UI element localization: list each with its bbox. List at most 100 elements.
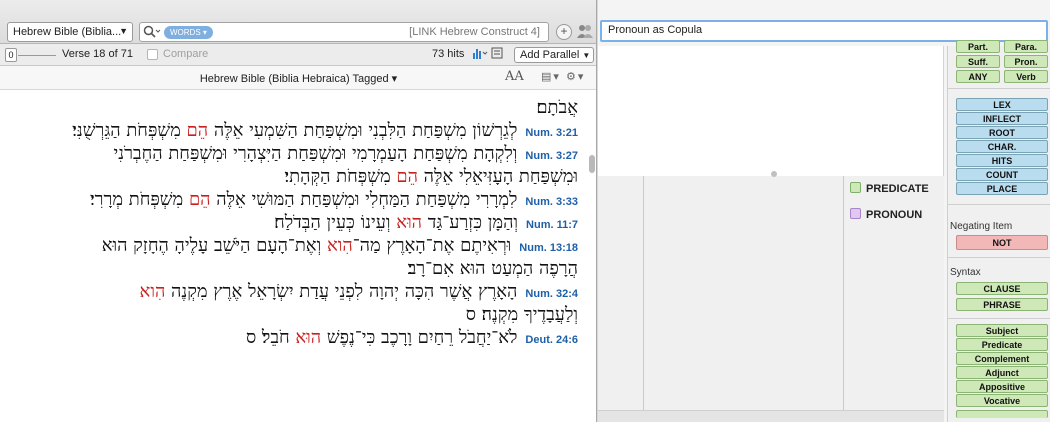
inflect-button[interactable]: INFLECT <box>956 112 1048 125</box>
result-row[interactable]: הֲרָפֶה הַמְעַט הוּא אִם־רָב׃ <box>408 258 578 280</box>
complement-button[interactable]: Complement <box>956 352 1048 365</box>
verse-text-post: מִשְׁפְּחֹת הַגֵּרְשֻׁנִּי׃ <box>72 120 187 141</box>
compare-label: Compare <box>163 48 209 60</box>
palette-separator <box>948 318 1050 319</box>
result-row[interactable]: אֲבֹתָם׃ <box>536 97 578 119</box>
suffix-button[interactable]: Suff. <box>956 55 1000 68</box>
people-icon[interactable] <box>576 23 594 42</box>
highlighted-word[interactable]: הֵם <box>187 120 209 141</box>
compare-checkbox[interactable] <box>147 49 158 60</box>
verb-button[interactable]: Verb <box>1004 70 1048 83</box>
split-handle[interactable] <box>771 171 777 177</box>
verse-text: לֹא־יַחֲבֹל רֵחַיִם וָרָכֶב כִּי־נֶפֶשׁ … <box>246 327 517 348</box>
search-query-text: [LINK Hebrew Construct 4] <box>409 26 540 38</box>
verse-slider-thumb[interactable]: 0 <box>5 48 17 62</box>
result-row[interactable]: וְלִקְהָת מִשְׁפַּחַת הָעַמְרָמִי וּמִשְ… <box>114 143 579 165</box>
verse-text: אֲבֹתָם׃ <box>536 97 578 118</box>
highlighted-word[interactable]: הִוא <box>140 281 166 302</box>
navigation-bar: 0 Verse 18 of 71 Compare 73 hits Add Par… <box>0 44 596 66</box>
search-results-pane: Hebrew Bible (Biblia... ▼ WORDS ▾ [LINK … <box>0 0 597 422</box>
font-size-button[interactable]: AA <box>505 69 524 84</box>
horizontal-scrollbar[interactable] <box>598 410 944 422</box>
verse-slider-track[interactable] <box>18 55 56 56</box>
hits-button[interactable]: HITS <box>956 154 1048 167</box>
result-row[interactable]: וְהַמָּן כִּזְרַע־גַּד הוּא וְעֵינוֹ כְּ… <box>274 212 578 234</box>
search-mode-pill[interactable]: WORDS ▾ <box>164 26 213 39</box>
hits-count: 73 hits <box>432 48 465 60</box>
predicate-button[interactable]: Predicate <box>956 338 1048 351</box>
result-row[interactable]: וּמִשְׁפַּחַת הָעָזִּיאֵלִי אֵלֶּה הֵם מ… <box>284 166 578 188</box>
verse-text: וְהַמָּן כִּזְרַע־גַּד הוּא וְעֵינוֹ כְּ… <box>274 212 518 233</box>
verse-position: Verse 18 of 71 <box>62 48 133 60</box>
appositive-button[interactable]: Appositive <box>956 380 1048 393</box>
clause-button[interactable]: CLAUSE <box>956 282 1048 295</box>
more-role-button[interactable] <box>956 410 1048 418</box>
verse-text-pre: הָאָרֶץ אֲשֶׁר הִכָּה יְהוָה לִפְנֵי עֲד… <box>165 281 518 302</box>
verse-text-post: מִשְׁפְּחֹת הַקְּהָתִי׃ <box>284 166 397 187</box>
subject-button[interactable]: Subject <box>956 324 1048 337</box>
result-row[interactable]: וּרְאִיתֶם אֶת־הָאָרֶץ מַה־הִוא וְאֶת־הָ… <box>102 235 578 257</box>
syntax-label: Syntax <box>950 267 981 278</box>
part-button[interactable]: Part. <box>956 40 1000 53</box>
verse-text-pre: אֲבֹתָם׃ <box>536 97 578 118</box>
vocative-button[interactable]: Vocative <box>956 394 1048 407</box>
view-options-icon[interactable]: ▤▾ ⚙▾ <box>541 70 585 83</box>
para-button[interactable]: Para. <box>1004 40 1048 53</box>
verse-reference-link[interactable]: Num. 3:21 <box>525 127 578 139</box>
add-parallel-label: Add Parallel <box>520 49 580 61</box>
highlighted-word[interactable]: הוּא <box>295 327 321 348</box>
result-row[interactable]: לִמְרָרִי מִשְׁפַּחַת הַמַּחְלִי וּמִשְׁ… <box>90 189 578 211</box>
highlighted-word[interactable]: הִוא <box>327 235 353 256</box>
graph-icon[interactable] <box>472 46 506 63</box>
result-row[interactable]: וְלַעֲבָדֶיךָ מִקְנֶה׃ ס <box>466 304 578 326</box>
verse-text-pre: לֹא־יַחֲבֹל רֵחַיִם וָרָכֶב כִּי־נֶפֶשׁ <box>321 327 518 348</box>
add-search-button[interactable]: + <box>556 24 572 40</box>
legend-predicate: PREDICATE <box>850 182 929 195</box>
query-title-field[interactable]: Pronoun as Copula <box>600 20 1048 42</box>
phrase-button[interactable]: PHRASE <box>956 298 1048 311</box>
result-row[interactable]: הָאָרֶץ אֲשֶׁר הִכָּה יְהוָה לִפְנֵי עֲד… <box>140 281 578 303</box>
highlighted-word[interactable]: הוּא <box>396 212 422 233</box>
verse-text-pre: הֲרָפֶה הַמְעַט הוּא אִם־רָב׃ <box>407 258 578 279</box>
verse-reference-link[interactable]: Num. 3:27 <box>525 150 578 162</box>
version-select[interactable]: Hebrew Bible (Biblia... ▼ <box>7 22 133 42</box>
palette-separator <box>948 204 1050 205</box>
not-button[interactable]: NOT <box>956 235 1048 250</box>
search-input[interactable]: WORDS ▾ [LINK Hebrew Construct 4] <box>139 22 549 42</box>
count-button[interactable]: COUNT <box>956 168 1048 181</box>
char-button[interactable]: CHAR. <box>956 140 1048 153</box>
verse-reference-link[interactable]: Num. 3:33 <box>525 196 578 208</box>
lex-button[interactable]: LEX <box>956 98 1048 111</box>
column-divider <box>843 176 844 422</box>
result-row[interactable]: לְגֵרְשׁוֹן מִשְׁפַּחַת הַלִּבְנִי וּמִש… <box>72 120 578 142</box>
any-button[interactable]: ANY <box>956 70 1000 83</box>
query-canvas[interactable] <box>598 46 944 176</box>
verse-text-pre: וְלִקְהָת מִשְׁפַּחַת הָעַמְרָמִי וּמִשְ… <box>113 143 518 164</box>
dropdown-arrow-icon: ▼ <box>119 26 128 36</box>
verse-text-pre: לִמְרָרִי מִשְׁפַּחַת הַמַּחְלִי וּמִשְׁ… <box>210 189 518 210</box>
verse-text-pre: וּמִשְׁפַּחַת הָעָזִּיאֵלִי אֵלֶּה <box>417 166 578 187</box>
search-icon[interactable] <box>143 25 163 39</box>
verse-text-pre: וְהַמָּן כִּזְרַע־גַּד <box>422 212 519 233</box>
verse-reference-link[interactable]: Num. 13:18 <box>519 242 578 254</box>
highlighted-word[interactable]: הֵם <box>396 166 418 187</box>
result-row[interactable]: לֹא־יַחֲבֹל רֵחַיִם וָרָכֶב כִּי־נֶפֶשׁ … <box>246 327 578 349</box>
verse-reference-link[interactable]: Num. 11:7 <box>526 219 578 231</box>
verse-text-post: חֹבֵל׃ ס <box>245 327 296 348</box>
verse-text-post: וְאֶת־הָעָם הַיֹּשֵׁב עָלֶיהָ הֶחָזָק הו… <box>101 235 327 256</box>
scrollbar-thumb[interactable] <box>589 155 595 173</box>
search-mode-label: WORDS <box>170 28 201 37</box>
root-button[interactable]: ROOT <box>956 126 1048 139</box>
construct-palette: Part. Para. Suff. Pron. ANY Verb LEX INF… <box>947 40 1050 422</box>
highlighted-word[interactable]: הֵם <box>189 189 211 210</box>
pronoun-button[interactable]: Pron. <box>1004 55 1048 68</box>
add-parallel-button[interactable]: Add Parallel ▼ <box>514 47 594 63</box>
adjunct-button[interactable]: Adjunct <box>956 366 1048 379</box>
verse-reference-link[interactable]: Num. 32:4 <box>525 288 578 300</box>
verse-text: וְלַעֲבָדֶיךָ מִקְנֶה׃ ס <box>466 304 578 325</box>
verse-text: וּרְאִיתֶם אֶת־הָאָרֶץ מַה־הִוא וְאֶת־הָ… <box>102 235 512 256</box>
place-button[interactable]: PLACE <box>956 182 1048 195</box>
column-divider <box>643 176 644 422</box>
query-editor-pane: Pronoun as Copula PREDICATE PRONOUN Part… <box>598 0 1050 422</box>
verse-reference-link[interactable]: Deut. 24:6 <box>525 334 578 346</box>
